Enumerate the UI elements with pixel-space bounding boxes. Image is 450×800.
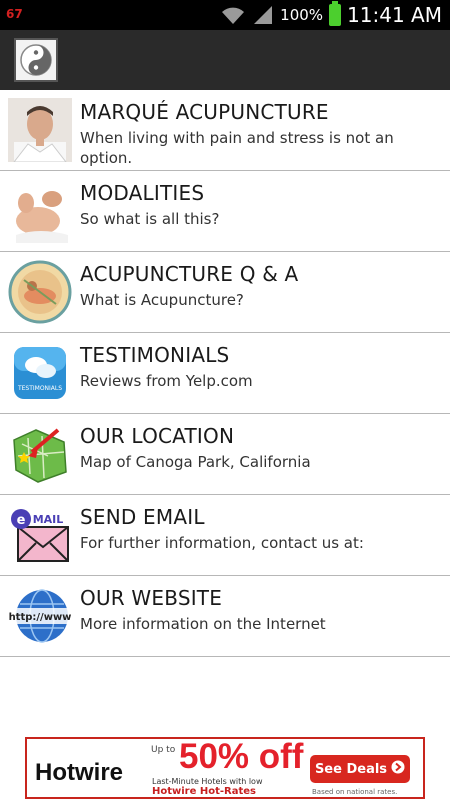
action-bar <box>0 30 450 90</box>
svg-text:TESTIMONIALS: TESTIMONIALS <box>17 385 62 392</box>
wifi-icon <box>220 4 246 26</box>
massage-photo <box>8 179 72 243</box>
acupuncture-emblem <box>8 260 72 324</box>
battery-icon <box>329 1 342 26</box>
item-subtitle: What is Acupuncture? <box>80 291 244 309</box>
item-title: TESTIMONIALS <box>80 343 230 367</box>
menu-item-send-email[interactable]: e MAIL SEND EMAIL For further informatio… <box>0 495 450 576</box>
hotwire-logo: Hotwire <box>35 759 124 786</box>
menu-item-our-website[interactable]: http://www OUR WEBSITE More information … <box>0 576 450 657</box>
ad-subline: Last-Minute Hotels with low <box>152 777 263 786</box>
menu-list: MARQUÉ ACUPUNCTURE When living with pain… <box>0 90 450 657</box>
item-subtitle: So what is all this? <box>80 210 220 228</box>
item-subtitle: When living with pain and stress is not … <box>80 129 394 167</box>
menu-item-acupuncture-qa[interactable]: ACUPUNCTURE Q & A What is Acupuncture? <box>0 252 450 333</box>
ad-headline: 50% off <box>179 737 304 776</box>
battery-percent: 100% <box>280 6 324 24</box>
doctor-photo <box>8 98 72 162</box>
menu-item-marque-acupuncture[interactable]: MARQUÉ ACUPUNCTURE When living with pain… <box>0 90 450 171</box>
item-subtitle: Map of Canoga Park, California <box>80 453 311 471</box>
yin-yang-icon[interactable] <box>14 38 58 82</box>
item-title: OUR WEBSITE <box>80 586 223 610</box>
email-icon: e MAIL <box>8 503 72 567</box>
ad-subline-brand: Hotwire Hot-Rates <box>152 786 257 797</box>
see-deals-label: See Deals <box>314 761 388 777</box>
item-title: ACUPUNCTURE Q & A <box>80 262 299 286</box>
item-subtitle: For further information, contact us at: <box>80 534 364 552</box>
map-icon <box>8 422 72 486</box>
svg-text:http://www: http://www <box>9 612 72 623</box>
item-subtitle: More information on the Internet <box>80 615 326 633</box>
globe-icon: http://www <box>8 584 72 648</box>
item-title: MARQUÉ ACUPUNCTURE <box>80 100 329 124</box>
signal-icon <box>252 5 274 25</box>
see-deals-button[interactable]: See Deals <box>310 755 410 783</box>
item-title: SEND EMAIL <box>80 505 205 529</box>
menu-item-our-location[interactable]: OUR LOCATION Map of Canoga Park, Califor… <box>0 414 450 495</box>
ad-up-to: Up to <box>151 745 176 755</box>
item-subtitle: Reviews from Yelp.com <box>80 372 253 390</box>
arrow-right-icon <box>391 760 405 778</box>
item-title: MODALITIES <box>80 181 205 205</box>
menu-item-testimonials[interactable]: TESTIMONIALS TESTIMONIALS Reviews from Y… <box>0 333 450 414</box>
svg-text:e: e <box>17 513 26 528</box>
svg-text:MAIL: MAIL <box>33 513 64 526</box>
testimonials-icon: TESTIMONIALS <box>8 341 72 405</box>
ad-note: Based on national rates. <box>312 788 398 796</box>
status-bar: 67 100% 11:41 AM <box>0 0 450 30</box>
notification-count: 67 <box>6 7 23 21</box>
menu-item-modalities[interactable]: MODALITIES So what is all this? <box>0 171 450 252</box>
item-title: OUR LOCATION <box>80 424 235 448</box>
clock: 11:41 AM <box>347 3 442 27</box>
ad-banner[interactable]: Hotwire Up to 50% off Last-Minute Hotels… <box>25 737 425 799</box>
